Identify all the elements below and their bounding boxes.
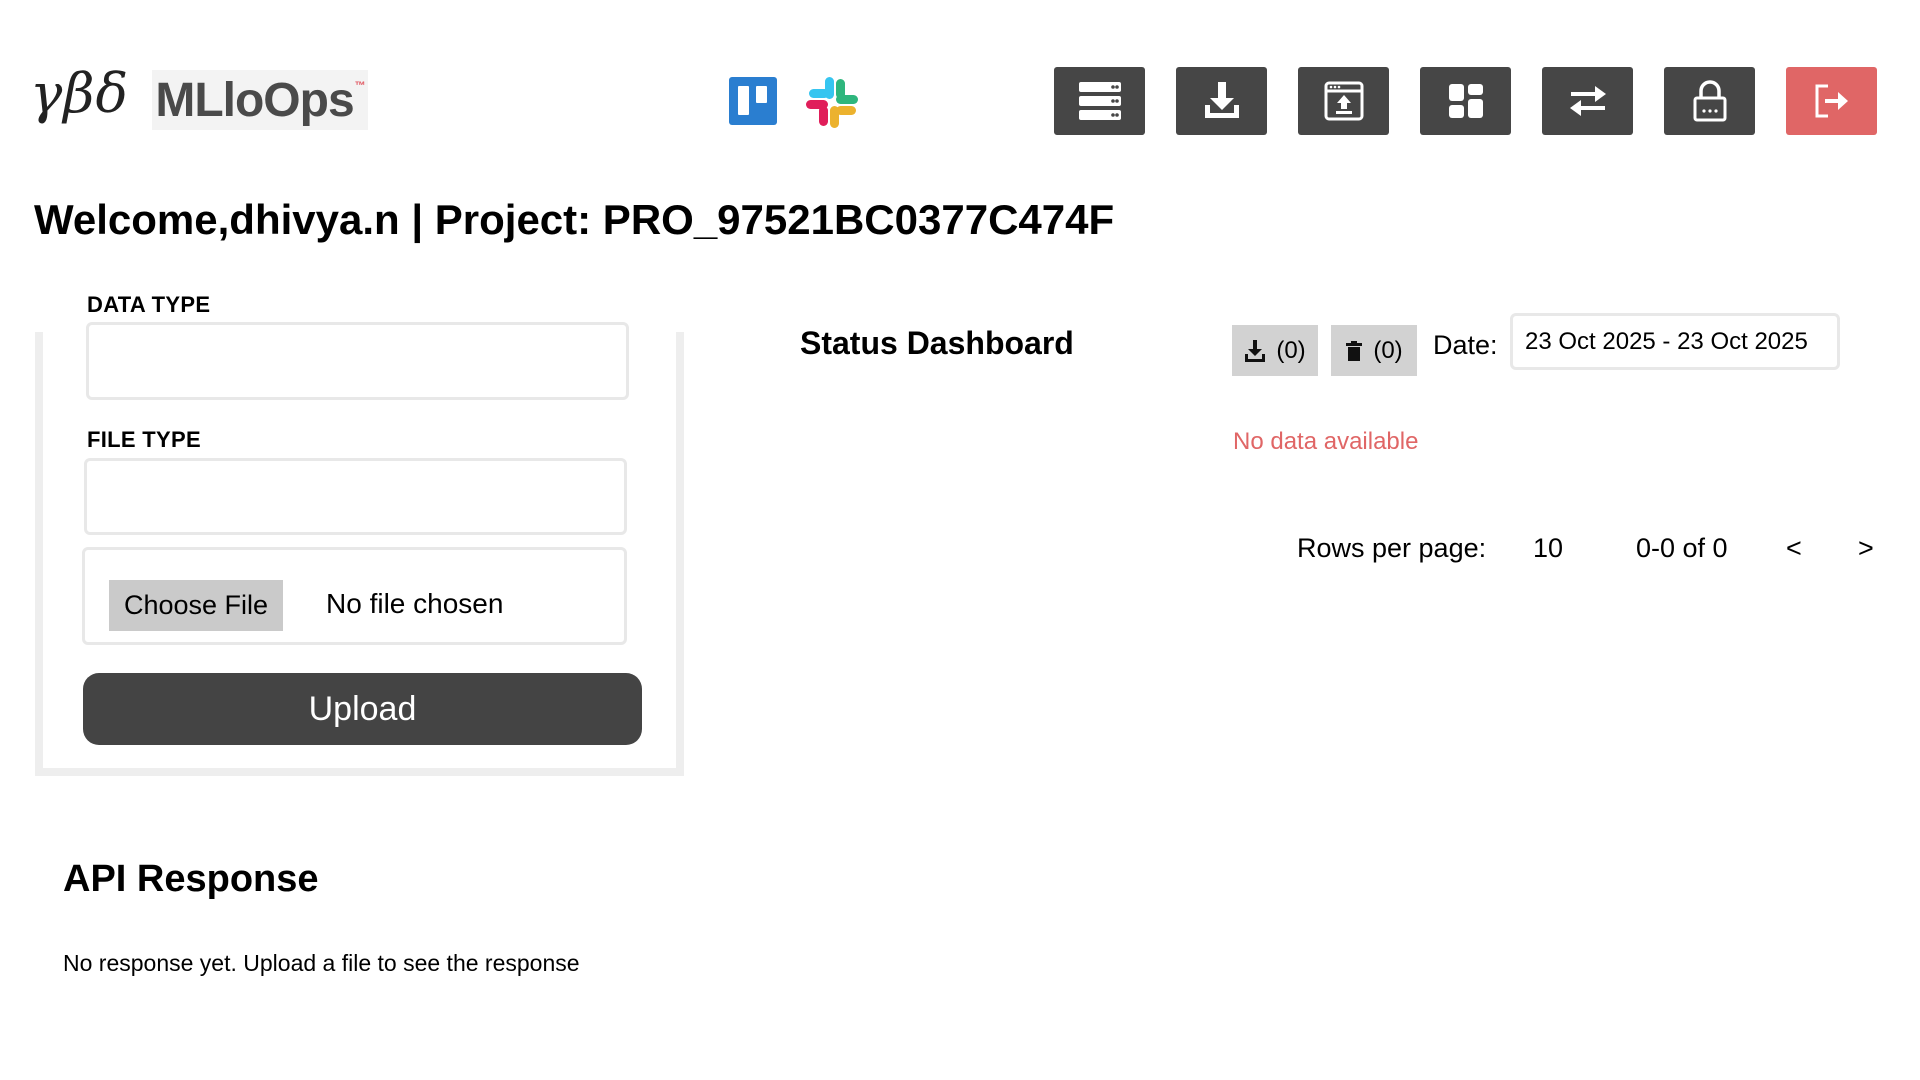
lock-button[interactable] (1664, 67, 1755, 135)
transfer-button[interactable] (1542, 67, 1633, 135)
choose-file-button[interactable]: Choose File (109, 580, 283, 631)
logout-icon (1815, 84, 1848, 118)
api-response-message: No response yet. Upload a file to see th… (63, 950, 580, 976)
download-icon (1245, 339, 1266, 362)
rows-per-page-label: Rows per page: (1297, 533, 1487, 563)
dashboard-icon (1448, 84, 1483, 118)
upload-window-icon (1324, 81, 1363, 121)
upload-window-button[interactable] (1298, 67, 1389, 135)
file-status-text: No file chosen (326, 588, 504, 619)
database-button[interactable] (1054, 67, 1145, 135)
download-icon (1204, 82, 1239, 118)
download-all-button[interactable]: (0) (1232, 325, 1318, 376)
date-range-input[interactable]: 23 Oct 2025 - 23 Oct 2025 (1510, 313, 1840, 370)
rows-per-page-select[interactable]: 10 (1533, 533, 1563, 564)
logo-greek: γβδ (30, 62, 130, 125)
page-title: Welcome,dhivya.n | Project: PRO_97521BC0… (34, 196, 1115, 243)
brand-trademark: ™ (354, 80, 366, 92)
status-dashboard-title: Status Dashboard (800, 325, 1074, 361)
next-page-button[interactable]: > (1858, 533, 1874, 564)
transfer-icon (1569, 86, 1606, 116)
dashboard-button[interactable] (1420, 67, 1511, 135)
database-icon (1078, 82, 1121, 120)
download-button[interactable] (1176, 67, 1267, 135)
brand-name: MLloOps (155, 73, 354, 127)
file-type-field[interactable] (84, 458, 627, 535)
lock-icon (1693, 80, 1726, 122)
logout-button[interactable] (1786, 67, 1877, 135)
trello-icon[interactable] (729, 77, 777, 125)
no-data-message: No data available (1233, 428, 1419, 455)
trash-icon (1346, 340, 1363, 361)
delete-all-button[interactable]: (0) (1331, 325, 1417, 376)
date-range-value: 23 Oct 2025 - 23 Oct 2025 (1525, 327, 1808, 355)
download-count: (0) (1276, 336, 1306, 364)
delete-count: (0) (1373, 336, 1403, 364)
data-type-label: DATA TYPE (87, 292, 211, 317)
brand-logo: MLloOps ™ (152, 70, 368, 130)
prev-page-button[interactable]: < (1786, 533, 1802, 564)
upload-button[interactable]: Upload (83, 673, 642, 745)
pagination-range: 0-0 of 0 (1636, 533, 1728, 563)
date-label: Date: (1433, 330, 1498, 360)
file-type-label: FILE TYPE (87, 427, 201, 452)
slack-icon[interactable] (805, 75, 859, 129)
api-response-title: API Response (63, 858, 319, 900)
data-type-field[interactable] (86, 322, 629, 400)
